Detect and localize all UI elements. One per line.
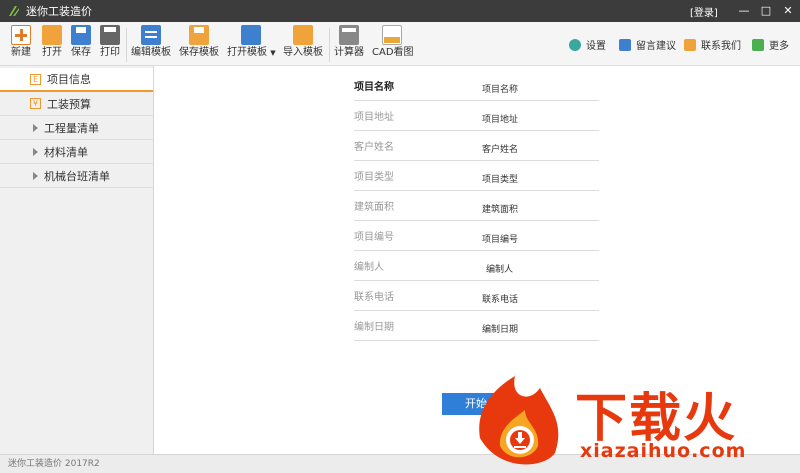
app-title: 迷你工装造价 <box>26 5 92 18</box>
project-info-icon: E <box>30 73 41 85</box>
import-template-icon <box>293 25 313 45</box>
feedback-link[interactable]: 留言建议 <box>619 37 676 52</box>
project-number-input[interactable]: 项目编号 <box>482 232 518 245</box>
sidebar-item-machine-list[interactable]: 机械台班清单 <box>0 164 153 188</box>
form-row-project-type: 项目类型 项目类型 <box>354 161 599 191</box>
field-label: 建筑面积 <box>354 202 394 213</box>
mail-icon <box>684 38 696 51</box>
more-link[interactable]: 更多 <box>752 37 789 52</box>
project-type-input[interactable]: 项目类型 <box>482 172 518 185</box>
form-row-project-name: 项目名称 项目名称 <box>354 71 599 101</box>
toolbar-divider <box>329 28 330 62</box>
sidebar-item-quantity-list[interactable]: 工程量清单 <box>0 116 153 140</box>
date-input[interactable]: 编制日期 <box>482 322 518 335</box>
field-label: 项目类型 <box>354 172 394 183</box>
chevron-down-icon: ▼ <box>270 49 276 57</box>
form-row-author: 编制人 编制人 <box>354 251 599 281</box>
sidebar-item-material-list[interactable]: 材料清单 <box>0 140 153 164</box>
calculator-button[interactable]: 计算器 <box>333 25 365 65</box>
field-label: 项目编号 <box>354 232 394 243</box>
form-row-customer-name: 客户姓名 客户姓名 <box>354 131 599 161</box>
form-row-project-address: 项目地址 项目地址 <box>354 101 599 131</box>
new-file-icon <box>11 25 31 45</box>
field-label: 联系电话 <box>354 292 394 303</box>
open-template-icon <box>241 25 261 45</box>
building-area-input[interactable]: 建筑面积 <box>482 202 518 215</box>
form-row-building-area: 建筑面积 建筑面积 <box>354 191 599 221</box>
login-link[interactable]: [登录] <box>690 4 718 19</box>
edit-template-button[interactable]: 编辑模板 <box>130 25 172 65</box>
app-logo-icon <box>9 6 19 16</box>
watermark-url: xiazaihuo.com <box>580 440 747 462</box>
save-icon <box>71 25 91 45</box>
new-button[interactable]: 新建 <box>6 25 36 65</box>
field-label: 编制日期 <box>354 322 394 333</box>
field-label: 项目地址 <box>354 112 394 123</box>
open-template-button[interactable]: 打开模板 ▼ <box>227 25 276 65</box>
more-icon <box>752 38 764 51</box>
project-address-input[interactable]: 项目地址 <box>482 112 518 125</box>
cad-icon <box>382 25 402 45</box>
sidebar: E 项目信息 ¥ 工装预算 工程量清单 材料清单 机械台班清单 <box>0 66 154 454</box>
open-button[interactable]: 打开 <box>37 25 67 65</box>
title-bar: 迷你工装造价 [登录] — □ ✕ <box>0 0 800 22</box>
gear-icon <box>569 38 581 51</box>
import-template-button[interactable]: 导入模板 <box>282 25 324 65</box>
print-icon <box>100 25 120 45</box>
print-button[interactable]: 打印 <box>95 25 125 65</box>
save-button[interactable]: 保存 <box>66 25 96 65</box>
open-folder-icon <box>42 25 62 45</box>
form-row-project-number: 项目编号 项目编号 <box>354 221 599 251</box>
settings-link[interactable]: 设置 <box>569 37 606 52</box>
feedback-icon <box>619 38 631 51</box>
project-name-input[interactable]: 项目名称 <box>482 82 518 95</box>
expand-arrow-icon[interactable] <box>33 147 38 156</box>
edit-template-icon <box>141 25 161 45</box>
phone-input[interactable]: 联系电话 <box>482 292 518 305</box>
field-label: 编制人 <box>354 262 384 273</box>
author-input[interactable]: 编制人 <box>486 262 513 275</box>
cad-viewer-button[interactable]: CAD看图 <box>372 25 414 65</box>
save-template-icon <box>189 25 209 45</box>
close-button[interactable]: ✕ <box>780 3 796 19</box>
calculator-icon <box>339 25 359 45</box>
contact-link[interactable]: 联系我们 <box>684 37 741 52</box>
field-label: 项目名称 <box>354 82 394 93</box>
form-row-phone: 联系电话 联系电话 <box>354 281 599 311</box>
customer-name-input[interactable]: 客户姓名 <box>482 142 518 155</box>
form-row-date: 编制日期 编制日期 <box>354 311 599 341</box>
toolbar-divider <box>126 28 127 62</box>
expand-arrow-icon[interactable] <box>33 171 38 180</box>
maximize-button[interactable]: □ <box>758 3 774 19</box>
field-label: 客户姓名 <box>354 142 394 153</box>
expand-arrow-icon[interactable] <box>33 123 38 132</box>
budget-icon: ¥ <box>30 98 41 109</box>
sidebar-item-project-info[interactable]: E 项目信息 <box>0 68 153 92</box>
minimize-button[interactable]: — <box>736 3 752 19</box>
sidebar-item-budget[interactable]: ¥ 工装预算 <box>0 92 153 116</box>
save-template-button[interactable]: 保存模板 <box>178 25 220 65</box>
toolbar: 新建 打开 保存 打印 编辑模板 保存模板 打开模板 ▼ 导入模板 计算器 CA… <box>0 22 800 66</box>
